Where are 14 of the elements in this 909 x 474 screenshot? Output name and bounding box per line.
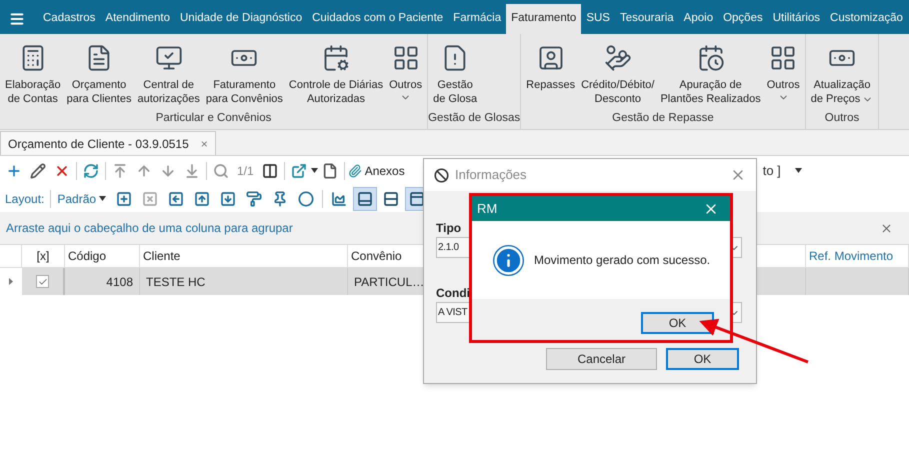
ribbon-group-title: Particular e Convênios — [154, 111, 272, 126]
dialog-title: Informações — [455, 166, 527, 184]
ribbon-group-title: Gestão de Glosas — [428, 111, 520, 126]
table-cell: TESTE HC — [140, 268, 348, 295]
message-text: Movimento gerado com sucesso. — [534, 252, 710, 269]
group-hint: Arraste aqui o cabeçalho de uma coluna para agrupar — [6, 220, 293, 237]
layout-label: Layout: — [5, 190, 52, 208]
field-label: Tipo — [436, 220, 462, 237]
table-cell: 4108 — [65, 268, 140, 295]
toolbar-text: to ] — [762, 162, 781, 180]
ribbon-group-title: Gestão de Repasse — [611, 111, 715, 126]
message-box-title: RM — [477, 200, 498, 218]
record-count: 1/1 — [237, 162, 254, 180]
ribbon-group-title: Outros — [824, 111, 860, 126]
